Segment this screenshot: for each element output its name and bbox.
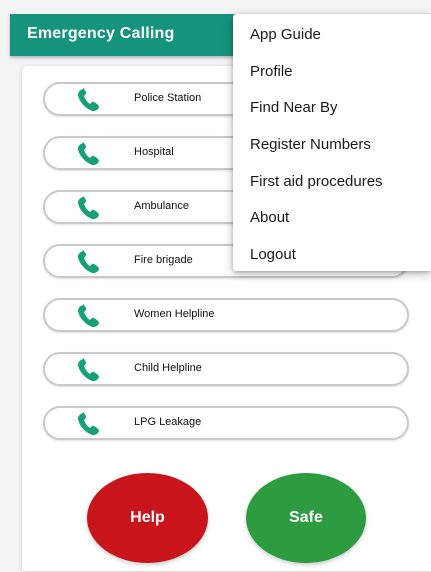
phone-icon [78,250,99,274]
contact-button-women-helpline[interactable]: Women Helpline [43,298,409,332]
menu-item-app-guide[interactable]: App Guide [250,26,321,43]
contact-label: Hospital [134,146,174,158]
contact-label: Ambulance [134,200,190,212]
menu-item-about[interactable]: About [250,209,289,226]
phone-icon [78,304,99,328]
contact-label: LPG Leakage [134,416,202,428]
menu-item-find-near-by[interactable]: Find Near By [250,99,338,116]
phone-icon [78,88,99,112]
app-screen: Emergency Calling Police Station Hospita… [0,0,431,572]
contact-button-child-helpline[interactable]: Child Helpline [43,352,409,386]
phone-icon [78,358,99,382]
phone-icon [78,142,99,166]
menu-item-profile[interactable]: Profile [250,63,293,80]
contact-label: Child Helpline [134,362,202,374]
app-title: Emergency Calling [27,25,175,42]
phone-icon [78,196,99,220]
menu-item-first-aid-procedures[interactable]: First aid procedures [250,173,383,190]
safe-button[interactable]: Safe [246,473,366,563]
contact-button-lpg-leakage[interactable]: LPG Leakage [43,406,409,440]
phone-icon [78,412,99,436]
help-button[interactable]: Help [87,473,208,563]
contact-label: Police Station [134,92,202,104]
contact-label: Women Helpline [134,308,215,320]
menu-item-register-numbers[interactable]: Register Numbers [250,136,371,153]
contact-label: Fire brigade [134,254,193,266]
menu-item-logout[interactable]: Logout [250,246,296,263]
overflow-menu: App Guide Profile Find Near By Register … [233,14,431,271]
